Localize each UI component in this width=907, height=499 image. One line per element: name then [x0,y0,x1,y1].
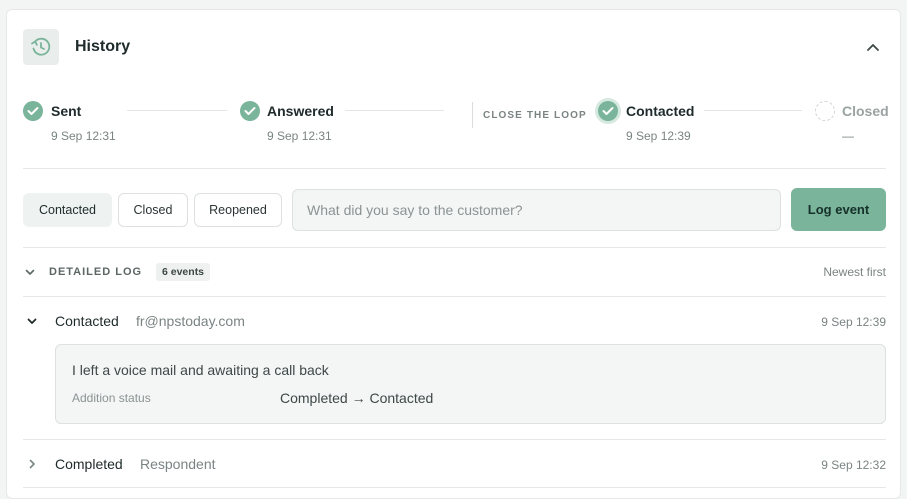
log-event-actor: fr@npstoday.com [136,313,245,329]
detailed-log-title: DETAILED LOG [49,266,143,278]
step-label: Sent [51,103,82,119]
chevron-down-icon[interactable] [25,314,39,328]
step-connector [704,110,802,111]
check-icon [598,101,618,121]
log-event-actor: Respondent [140,456,216,472]
divider [23,168,886,169]
divider [23,296,886,297]
page-title: History [75,38,131,55]
log-event-name: Completed [55,456,123,472]
step-label: Closed [842,103,889,119]
check-icon [240,101,260,121]
step-label: Contacted [626,103,695,119]
log-entry-detail: I left a voice mail and awaiting a call … [55,344,886,424]
history-icon [23,29,59,65]
event-count-badge: 6 events [156,263,211,281]
contacted-button[interactable]: Contacted [23,193,112,227]
step-time: 9 Sep 12:31 [267,129,332,143]
detailed-log-header[interactable]: DETAILED LOG 6 events Newest first [23,262,886,282]
log-note: I left a voice mail and awaiting a call … [72,362,329,378]
field-value: Completed → Contacted [280,390,434,406]
closed-button[interactable]: Closed [118,193,188,227]
check-icon [23,101,43,121]
log-event-time: 9 Sep 12:39 [821,315,886,329]
chevron-up-icon [867,44,879,51]
log-event-time: 9 Sep 12:32 [821,458,886,472]
divider [23,439,886,440]
step-time: 9 Sep 12:39 [626,129,691,143]
history-card: History Sent 9 Sep 12:31 Answered 9 Sep … [6,9,901,499]
divider [23,247,886,248]
log-entry[interactable]: Completed Respondent 9 Sep 12:32 [23,455,886,475]
log-entry[interactable]: Contacted fr@npstoday.com 9 Sep 12:39 [23,312,886,332]
field-label: Addition status [72,391,151,405]
step-connector [345,110,444,111]
collapse-button[interactable] [864,38,882,56]
pending-circle-icon [815,101,835,121]
step-time: — [842,129,854,143]
step-time: 9 Sep 12:31 [51,129,116,143]
divider [472,102,473,128]
close-the-loop-label: CLOSE THE LOOP [483,110,587,121]
chevron-down-icon[interactable] [23,265,37,279]
chevron-right-icon[interactable] [25,457,39,471]
event-note-input[interactable]: What did you say to the customer? [292,189,781,231]
step-label: Answered [267,103,334,119]
sort-order-toggle[interactable]: Newest first [823,265,886,279]
reopened-button[interactable]: Reopened [194,193,282,227]
step-connector [127,110,227,111]
log-event-name: Contacted [55,313,119,329]
log-event-button[interactable]: Log event [791,188,886,231]
